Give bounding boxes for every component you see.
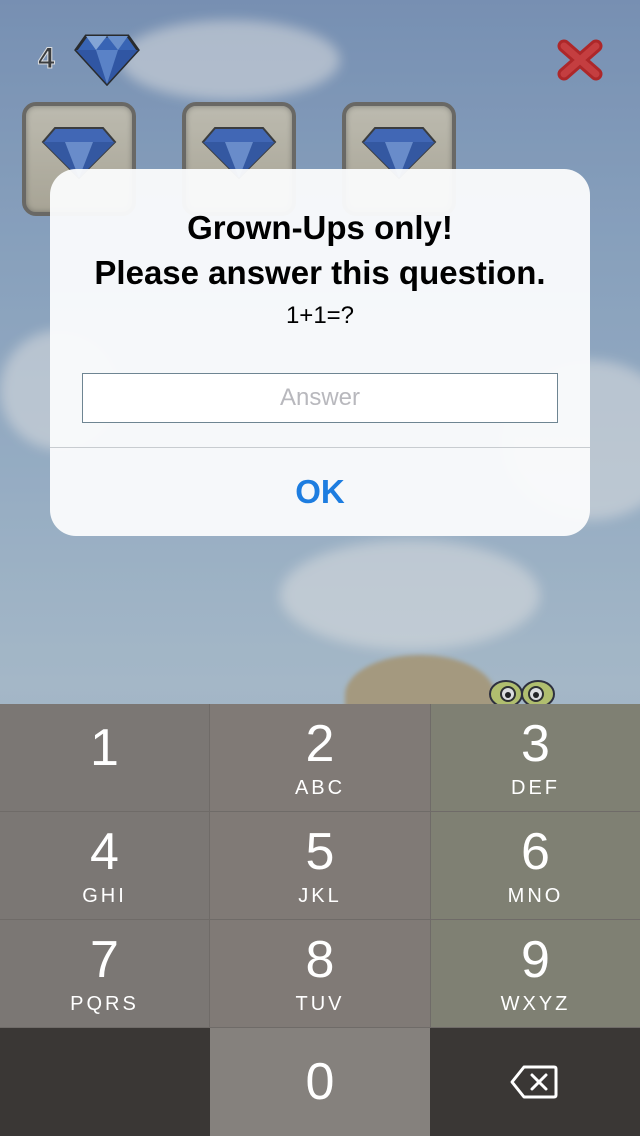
key-6[interactable]: 6 MNO [431,812,640,919]
key-letters: MNO [507,885,564,907]
key-number: 0 [305,1053,335,1111]
key-number: 8 [305,931,335,989]
key-number: 3 [521,715,550,773]
key-letters: WXYZ [500,993,571,1015]
backspace-icon [510,1065,558,1099]
alert-title-line2: Please answer this question. [94,254,546,291]
key-number: 2 [305,715,335,773]
key-letters: ABC [294,777,346,799]
alert-title-line1: Grown-Ups only! [187,209,453,246]
key-letters: JKL [298,885,342,907]
key-letters: DEF [511,777,560,799]
key-number: 7 [90,931,119,989]
delete-key[interactable] [430,1028,640,1136]
key-2[interactable]: 2 ABC [210,704,430,811]
ok-button[interactable]: OK [50,448,590,536]
key-number: 6 [521,823,550,881]
key-0[interactable]: 0 [210,1028,430,1136]
key-8[interactable]: 8 TUV [210,920,430,1027]
key-number: 4 [90,823,119,881]
key-letters: PQRS [70,993,139,1015]
key-7[interactable]: 7 PQRS [0,920,209,1027]
grown-ups-alert: Grown-Ups only! Please answer this quest… [50,169,590,536]
answer-input[interactable] [82,373,558,423]
numeric-keypad: 1 2 ABC 3 DEF 4 GHI 5 JKL 6 MNO 7 PQRS 8… [0,704,640,1136]
key-4[interactable]: 4 GHI [0,812,209,919]
key-number: 9 [521,931,550,989]
key-number: 1 [90,719,119,777]
key-number: 5 [305,823,335,881]
key-5[interactable]: 5 JKL [210,812,430,919]
key-letters: TUV [295,993,345,1015]
key-1[interactable]: 1 [0,704,209,811]
key-3[interactable]: 3 DEF [431,704,640,811]
key-blank [0,1028,210,1136]
alert-question: 1+1=? [285,302,355,329]
key-letters: GHI [82,885,127,907]
key-9[interactable]: 9 WXYZ [431,920,640,1027]
